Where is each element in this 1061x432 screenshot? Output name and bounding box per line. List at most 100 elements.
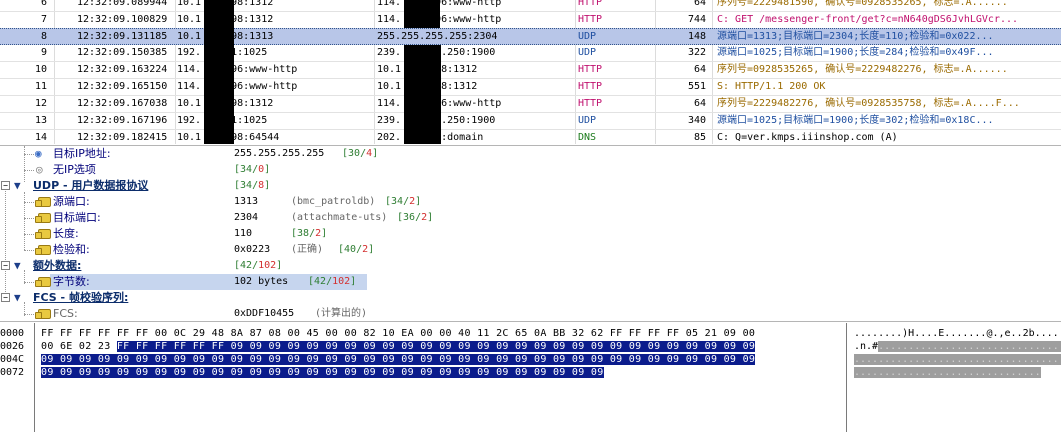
hex-bytes[interactable]: FF FF FF FF FF FF 00 0C 29 48 8A 87 08 0… bbox=[41, 327, 755, 340]
packet-destination-tail: 5.250:1900 bbox=[435, 115, 496, 126]
hex-ascii[interactable]: ...................................... bbox=[854, 353, 1061, 366]
packet-length: 340 bbox=[687, 115, 706, 126]
dst-port-note: (attachmate-uts) bbox=[291, 212, 388, 223]
hex-offset: 004C bbox=[0, 354, 25, 365]
packet-row[interactable]: 12 12:32:09.167038 HTTP 64 序列号=2229482276, 确… bbox=[0, 96, 1061, 113]
detail-row-checksum[interactable]: 检验和: 0x0223 (正确) [40/2] bbox=[0, 242, 1061, 258]
hex-ascii[interactable]: .n.#................................... bbox=[854, 340, 1061, 353]
protocol-icon: ▼ bbox=[14, 291, 21, 304]
detail-row-fcs[interactable]: − ▼ FCS - 帧校验序列: bbox=[0, 290, 1061, 306]
hex-ascii-plain: .n.# bbox=[854, 341, 879, 352]
packet-info: 源端口=1313;目标端口=2304;长度=110;检验和=0x022... bbox=[717, 31, 994, 42]
hex-bytes-plain: 00 6E 02 23 bbox=[41, 341, 117, 352]
info-icon: ◎ bbox=[36, 163, 43, 176]
detail-row-dst-ip[interactable]: ◉ 目标IP地址: 255.255.255.255 [30/4] bbox=[0, 146, 1061, 162]
hex-bytes[interactable]: 09 09 09 09 09 09 09 09 09 09 09 09 09 0… bbox=[41, 353, 756, 366]
collapse-icon[interactable]: − bbox=[1, 181, 10, 190]
src-port-offset: [34/2] bbox=[385, 196, 422, 207]
packet-length: 148 bbox=[687, 31, 706, 42]
packet-source-tail: 96:www-http bbox=[231, 64, 298, 75]
packet-info: 源端口=1025;目标端口=1900;长度=284;检验和=0x49F... bbox=[717, 47, 994, 58]
detail-row-dst-port[interactable]: 目标端口: 2304 (attachmate-uts) [36/2] bbox=[0, 210, 1061, 226]
hex-row[interactable]: 0026 00 6E 02 23 FF FF FF FF FF FF 09 09 … bbox=[0, 340, 1061, 353]
extra-data-label: 额外数据: bbox=[33, 259, 82, 272]
hex-ascii-selected: ................................... bbox=[878, 341, 1061, 352]
src-port-value: 1313 bbox=[234, 196, 259, 207]
packet-time: 12:32:09.167196 bbox=[77, 115, 168, 126]
hex-row[interactable]: 0072 09 09 09 09 09 09 09 09 09 09 09 09 … bbox=[0, 366, 1061, 379]
hex-row[interactable]: 0000 FF FF FF FF FF FF 00 0C 29 48 8A 87 … bbox=[0, 327, 1061, 340]
packet-row[interactable]: 9 12:32:09.150385 UDP 322 源端口=1025;目标端口=1900… bbox=[0, 45, 1061, 62]
packet-destination-tail: 96:www-http bbox=[435, 0, 502, 8]
packet-protocol: HTTP bbox=[578, 81, 603, 92]
collapse-icon[interactable]: − bbox=[1, 293, 10, 302]
packet-info: 序列号=0928535265, 确认号=2229482276, 标志=.A...… bbox=[717, 64, 1008, 75]
ip-address-icon: ◉ bbox=[35, 147, 42, 160]
packet-row[interactable]: 6 12:32:09.089944 HTTP 64 序列号=2229481590, 确认… bbox=[0, 0, 1061, 12]
dst-port-value: 2304 bbox=[234, 212, 259, 223]
packet-source-tail: 98:1312 bbox=[231, 98, 274, 109]
packet-protocol: UDP bbox=[578, 31, 597, 42]
packet-details-tree[interactable]: ◉ 目标IP地址: 255.255.255.255 [30/4] ◎ 无IP选项… bbox=[0, 145, 1061, 322]
dst-ip-label: 目标IP地址: bbox=[53, 147, 111, 160]
detail-row-src-port[interactable]: 源端口: 1313 (bmc_patroldb) [34/2] bbox=[0, 194, 1061, 210]
packet-source-tail: 98:1312 bbox=[231, 0, 274, 8]
detail-row-no-ip-options[interactable]: ◎ 无IP选项 [34/0] bbox=[0, 162, 1061, 178]
detail-row-byte-count[interactable]: 字节数: 102 bytes [42/102] bbox=[0, 274, 1061, 290]
packet-row[interactable]: 7 12:32:09.100829 HTTP 744 C: GET /messenger… bbox=[0, 12, 1061, 29]
packet-protocol: HTTP bbox=[578, 14, 603, 25]
collapse-icon[interactable]: − bbox=[1, 261, 10, 270]
packet-source-tail: 1:1025 bbox=[231, 115, 268, 126]
packet-number: 7 bbox=[40, 14, 47, 25]
packet-info: C: GET /messenger-front/get?c=nN640gDS6J… bbox=[717, 14, 1019, 25]
packet-time: 12:32:09.163224 bbox=[77, 64, 168, 75]
detail-row-length[interactable]: 长度: 110 [38/2] bbox=[0, 226, 1061, 242]
length-offset: [38/2] bbox=[291, 228, 328, 239]
packet-destination-head: 255.255.255.255:2304 bbox=[377, 31, 498, 42]
packet-source-tail: 98:1312 bbox=[231, 14, 274, 25]
packet-destination: 255.255.255.255:2304 bbox=[377, 29, 572, 45]
hex-row[interactable]: 004C 09 09 09 09 09 09 09 09 09 09 09 09 … bbox=[0, 353, 1061, 366]
packet-length: 551 bbox=[687, 81, 706, 92]
packet-destination-tail: 5.250:1900 bbox=[435, 47, 496, 58]
packet-destination-tail: 2:domain bbox=[435, 132, 484, 143]
fcs-value: 0xDDF10455 bbox=[234, 308, 295, 319]
packet-time: 12:32:09.167038 bbox=[77, 98, 168, 109]
packet-length: 744 bbox=[687, 14, 706, 25]
packet-row[interactable]: 13 12:32:09.167196 UDP 340 源端口=1025;目标端口=190… bbox=[0, 113, 1061, 130]
packet-protocol: UDP bbox=[578, 47, 597, 58]
packet-protocol: HTTP bbox=[578, 64, 603, 75]
packet-time: 12:32:09.131185 bbox=[77, 31, 168, 42]
field-icon bbox=[35, 229, 51, 239]
packet-time: 12:32:09.182415 bbox=[77, 132, 168, 143]
packet-info: 源端口=1025;目标端口=1900;长度=302;检验和=0x18C... bbox=[717, 115, 994, 126]
packet-destination-head: 239. bbox=[377, 47, 402, 58]
packet-row[interactable]: 11 12:32:09.165150 HTTP 551 S: HTTP/1.1 200 … bbox=[0, 79, 1061, 96]
detail-row-extra-data[interactable]: − ▼ 额外数据: [42/102] bbox=[0, 258, 1061, 274]
packet-row[interactable]: 8 12:32:09.131185 UDP 148 源端口=1313;目标端口=2304… bbox=[0, 28, 1061, 45]
dst-port-offset: [36/2] bbox=[397, 212, 434, 223]
redaction-block bbox=[404, 0, 440, 28]
hex-ascii[interactable]: ............................... bbox=[854, 366, 1041, 379]
packet-protocol: UDP bbox=[578, 115, 597, 126]
redaction-block bbox=[204, 0, 234, 144]
hex-bytes[interactable]: 09 09 09 09 09 09 09 09 09 09 09 09 09 0… bbox=[41, 366, 604, 379]
packet-list[interactable]: 6 12:32:09.089944 HTTP 64 序列号=2229481590, 确认… bbox=[0, 0, 1061, 144]
hex-bytes[interactable]: 00 6E 02 23 FF FF FF FF FF FF 09 09 09 0… bbox=[41, 340, 756, 353]
extra-data-offset: [42/102] bbox=[234, 260, 283, 271]
detail-row-udp-header[interactable]: − ▼ UDP - 用户数据报协议 [34/8] bbox=[0, 178, 1061, 194]
packet-row[interactable]: 10 12:32:09.163224 HTTP 64 序列号=0928535265, 确… bbox=[0, 62, 1061, 79]
packet-number: 14 bbox=[34, 132, 47, 143]
byte-count-label: 字节数: bbox=[53, 275, 90, 288]
fcs-field-label: FCS: bbox=[53, 307, 78, 320]
detail-row-fcs-value[interactable]: FCS: 0xDDF10455 (计算出的) bbox=[0, 306, 1061, 321]
length-label: 长度: bbox=[53, 227, 79, 240]
hex-ascii[interactable]: ........)H....E.......@.,e..2b.....!.. bbox=[854, 327, 1061, 340]
no-ip-options-label: 无IP选项 bbox=[53, 163, 96, 176]
dst-port-label: 目标端口: bbox=[53, 211, 101, 224]
hex-dump-pane[interactable]: 0000 FF FF FF FF FF FF 00 0C 29 48 8A 87 … bbox=[0, 323, 1061, 432]
byte-count-value: 102 bytes bbox=[234, 276, 289, 287]
packet-row[interactable]: 14 12:32:09.182415 DNS 85 C: Q=ver.kmps.iiin… bbox=[0, 130, 1061, 144]
packet-source-head: 192. bbox=[177, 115, 202, 126]
packet-length: 64 bbox=[693, 98, 706, 109]
